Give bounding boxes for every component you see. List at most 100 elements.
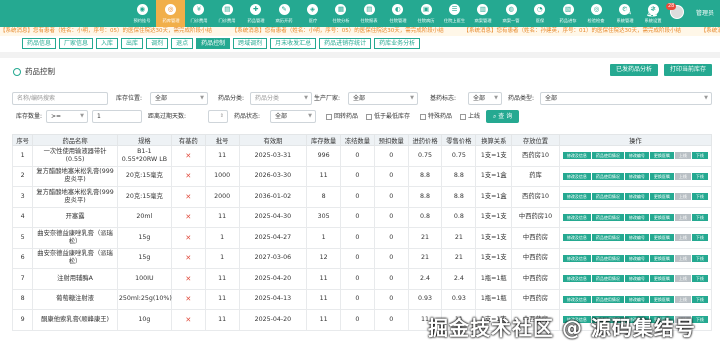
print-stock-button[interactable]: 打印当前库存 — [664, 64, 713, 76]
notice-item[interactable]: 【系统消息】您有患者（姓名：孙建英，序号：01）的医保住院达30天，需完成阶段小… — [464, 27, 682, 36]
op-button[interactable]: 上线 — [674, 234, 691, 242]
op-button[interactable]: 下线 — [691, 152, 708, 160]
tab-item[interactable]: 药品控制 — [196, 38, 231, 49]
op-button[interactable]: 下线 — [691, 172, 708, 180]
op-button[interactable]: 下线 — [691, 213, 708, 221]
nav-item[interactable]: ◍ 病案一管 — [497, 0, 525, 27]
manufacturer-select[interactable]: 全部 ▼ — [348, 92, 418, 105]
op-button[interactable]: 上线 — [674, 275, 691, 283]
nav-item[interactable]: ◎ 药库管理 — [156, 0, 185, 27]
user-name[interactable]: 管理员 — [696, 8, 714, 17]
stock-operator-select[interactable]: >= ▼ — [46, 110, 88, 123]
op-button[interactable]: 更换医嘱 — [649, 275, 674, 283]
expiry-input[interactable]: ⇕ — [208, 110, 228, 123]
table-row[interactable]: 8 葡萄糖注射液 250ml:25g(10%) ✕ 11 2025-04-13 11 0 0 0.… — [11, 288, 713, 310]
op-button[interactable]: 修改编号 — [624, 234, 649, 242]
op-button[interactable]: 修改及信息 — [562, 234, 591, 242]
tab-item[interactable]: 药库业务分析 — [374, 38, 421, 49]
op-button[interactable]: 修改及信息 — [562, 295, 591, 303]
op-button[interactable]: 更换医嘱 — [649, 172, 674, 180]
op-button[interactable]: 药品使用情况 — [591, 234, 624, 242]
op-button[interactable]: 修改编号 — [624, 213, 649, 221]
op-button[interactable]: 更换医嘱 — [649, 234, 674, 242]
search-input[interactable]: 名称/编码搜索 — [12, 92, 108, 105]
op-button[interactable]: 更换医嘱 — [649, 193, 674, 201]
op-button[interactable]: 下线 — [691, 193, 708, 201]
op-button[interactable]: 更换医嘱 — [649, 295, 674, 303]
table-row[interactable]: 1 一次性使用输液器带针(0.55) B1-1 0.55*20RW LB ✕ 11 202… — [11, 145, 713, 167]
stepper-icon[interactable]: ⇕ — [220, 111, 224, 122]
op-button[interactable]: 修改编号 — [624, 152, 649, 160]
table-row[interactable]: 3 复方醋酸地塞米松乳膏(999皮炎平) 20克:15毫克 ✕ 2000 2036-01-… — [11, 186, 713, 208]
op-button[interactable]: 上线 — [674, 213, 691, 221]
table-row[interactable]: 7 注射用辅酶A 100IU ✕ 11 2025-04-20 11 0 0 2.4 2.4 1瓶=1瓶… — [11, 268, 713, 290]
checkbox-box[interactable] — [326, 113, 332, 120]
nav-item[interactable]: ▣ 住院病历 — [412, 0, 440, 27]
op-button[interactable]: 修改及信息 — [562, 254, 591, 262]
stock-input[interactable]: 1 — [92, 110, 142, 123]
op-button[interactable]: 修改及信息 — [562, 213, 591, 221]
op-button[interactable]: 上线 — [674, 172, 691, 180]
notice-item[interactable]: 【系统消息】您有患者（姓名：小明，序号：05）的医保住院达30天，需完成阶段小结 — [232, 27, 444, 36]
table-row[interactable]: 6 曲安奈德益康唑乳膏（派瑞松） 15g ✕ 1 2027-03-06 12 0 0 21 21 1支… — [11, 247, 713, 269]
op-button[interactable]: 更换医嘱 — [649, 213, 674, 221]
nav-item[interactable]: ◉ 预约挂号 — [128, 0, 156, 27]
table-row[interactable]: 5 曲安奈德益康唑乳膏（派瑞松） 15g ✕ 1 2025-04-27 1 0 0 21 21 1支=… — [11, 227, 713, 249]
checkbox-box[interactable] — [420, 113, 426, 120]
tab-item[interactable]: 退点 — [171, 38, 194, 49]
nav-item[interactable]: ◐ 住院管理 — [384, 0, 412, 27]
type-select[interactable]: 全部 ▼ — [540, 92, 712, 105]
pencil-icon[interactable]: ✎ — [622, 6, 634, 18]
lowstock-checkbox[interactable]: 低于最低库存 — [366, 110, 410, 123]
status-select[interactable]: 全部 ▼ — [270, 110, 316, 123]
op-button[interactable]: 更换医嘱 — [649, 152, 674, 160]
op-button[interactable]: 修改编号 — [624, 193, 649, 201]
nav-item[interactable]: ◎ 检验检查 — [582, 0, 610, 27]
op-button[interactable]: 药品使用情况 — [591, 275, 624, 283]
op-button[interactable]: 上线 — [674, 152, 691, 160]
nav-item[interactable]: ▧ 药品进存 — [554, 0, 582, 27]
tab-item[interactable]: 跨域调剂 — [233, 38, 268, 49]
location-select[interactable]: 全部 ▼ — [150, 92, 208, 105]
special-checkbox[interactable]: 特殊药品 — [420, 110, 452, 123]
table-row[interactable]: 2 复方醋酸地塞米松乳膏(999皮炎平) 20克:15毫克 ✕ 1000 2026-03-… — [11, 165, 713, 187]
nav-item[interactable]: ▥ 病案管理 — [469, 0, 497, 27]
notice-item[interactable]: 【系统消息】您有患者（姓名： — [701, 27, 720, 36]
op-button[interactable]: 上线 — [674, 254, 691, 262]
op-button[interactable]: 上线 — [674, 193, 691, 201]
op-button[interactable]: 药品使用情况 — [591, 254, 624, 262]
nav-item[interactable]: ☰ 住院上医生 — [440, 0, 468, 27]
nav-item[interactable]: ¥ 门诊费用 — [185, 0, 213, 27]
notice-item[interactable]: 【系统消息】您有患者（姓名：小明，序号：05）的医保住院达30天，需完成阶段小结 — [0, 27, 212, 36]
nav-item[interactable]: ▦ 住院分析 — [327, 0, 355, 27]
nav-item[interactable]: ▤ 住院报表 — [355, 0, 383, 27]
bell-icon[interactable]: 🔔︎ — [646, 6, 659, 18]
op-button[interactable]: 修改编号 — [624, 172, 649, 180]
tab-item[interactable]: 药品进销存统计 — [319, 38, 372, 49]
nav-item[interactable]: ▤ 门诊费用 — [213, 0, 241, 27]
checkbox-box[interactable] — [460, 113, 466, 120]
nav-item[interactable]: ◈ 医疗 — [298, 0, 326, 27]
tab-item[interactable]: 入库 — [96, 38, 119, 49]
op-button[interactable]: 药品使用情况 — [591, 295, 624, 303]
tab-item[interactable]: 药品信息 — [22, 38, 57, 49]
op-button[interactable]: 药品使用情况 — [591, 213, 624, 221]
nav-item[interactable]: ✚ 药品管理 — [242, 0, 270, 27]
checkbox-box[interactable] — [366, 113, 372, 120]
op-button[interactable]: 修改及信息 — [562, 275, 591, 283]
op-button[interactable]: 药品使用情况 — [591, 172, 624, 180]
op-button[interactable]: 药品使用情况 — [591, 152, 624, 160]
op-button[interactable]: 下线 — [691, 254, 708, 262]
tab-item[interactable]: 厂家信息 — [59, 38, 94, 49]
op-button[interactable]: 下线 — [691, 295, 708, 303]
basedrug-select[interactable]: 全部 ▼ — [468, 92, 502, 105]
tab-item[interactable]: 出库 — [121, 38, 144, 49]
op-button[interactable]: 修改编号 — [624, 254, 649, 262]
nav-item[interactable]: ◔ 医保 — [525, 0, 553, 27]
op-button[interactable]: 下线 — [691, 234, 708, 242]
op-button[interactable]: 药品使用情况 — [591, 193, 624, 201]
op-button[interactable]: 修改及信息 — [562, 172, 591, 180]
tab-item[interactable]: 月末收发汇总 — [270, 38, 317, 49]
op-button[interactable]: 修改编号 — [624, 295, 649, 303]
op-button[interactable]: 修改及信息 — [562, 152, 591, 160]
